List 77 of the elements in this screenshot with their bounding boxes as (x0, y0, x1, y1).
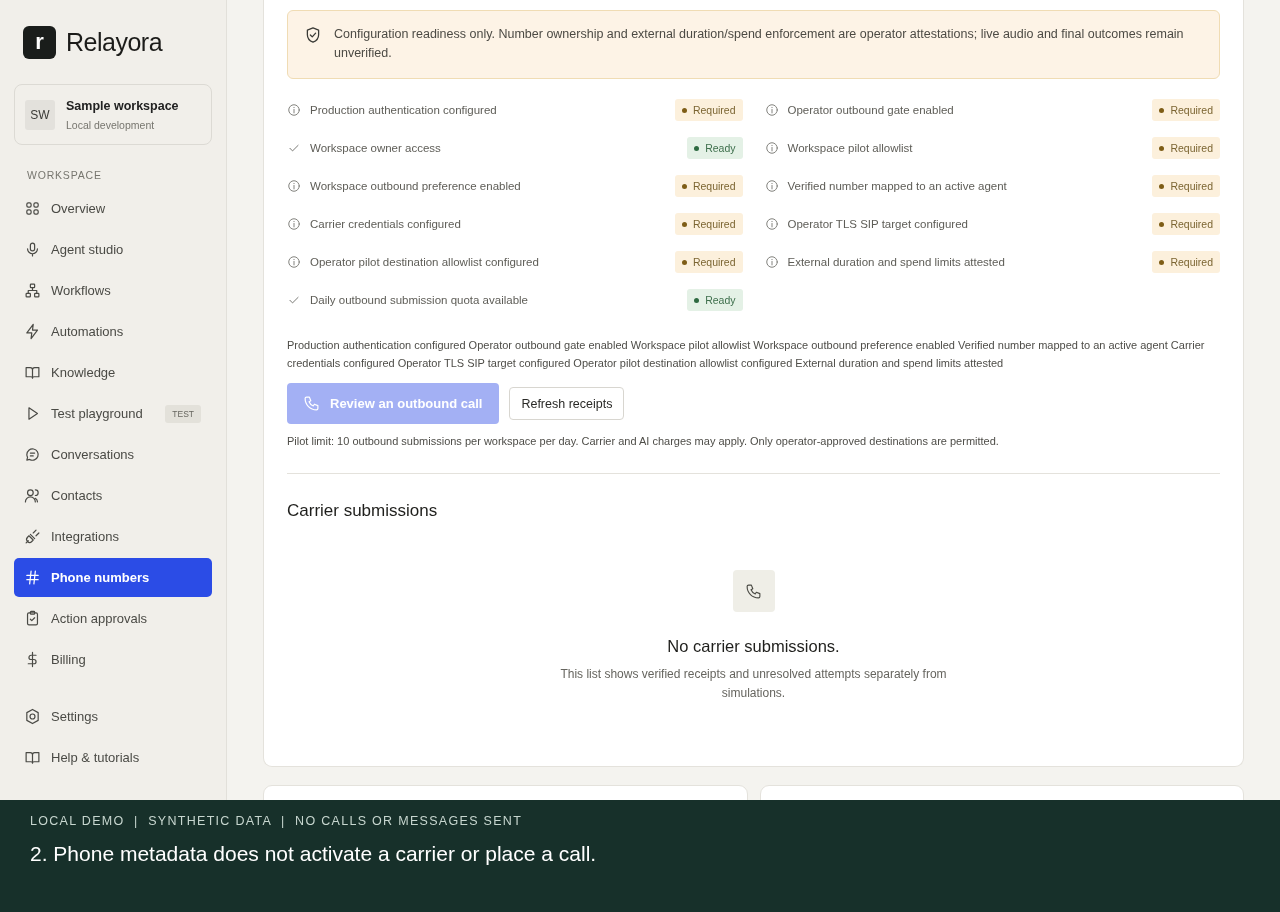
nav-item[interactable]: Contacts (14, 476, 212, 515)
info-icon (287, 255, 301, 269)
section-title: Carrier submissions (287, 501, 439, 521)
settings-icon (24, 708, 41, 725)
checklist-item: Workspace pilot allowlist (787, 142, 914, 154)
checklist-item: Operator outbound gate enabled (787, 104, 955, 116)
notice-text: Configuration readiness only. Number ownership and external duration/spend enforcement are operator attestations; live audio and final outcomes remain unverified. (334, 26, 1185, 62)
nav-item[interactable]: Action approvals (14, 599, 212, 638)
nav-item[interactable]: Workflows (14, 271, 212, 310)
info-icon (764, 103, 779, 117)
test-badge: TEST (165, 404, 201, 423)
info-icon (764, 179, 779, 193)
phone-icon (303, 395, 320, 412)
nav-item[interactable]: Overview (14, 189, 212, 228)
nav-item[interactable]: Test playground TEST (14, 394, 212, 433)
status-badge: Ready (687, 137, 743, 159)
status-badge: Required (674, 251, 743, 273)
grid-icon (24, 200, 41, 217)
workspace-name: Sample workspace (66, 98, 179, 113)
nav-item[interactable]: Agent studio (14, 230, 212, 269)
nav-item[interactable]: Automations (14, 312, 212, 351)
empty-state-text: This list shows verified receipts and unresolved attempts separately from simulations. (559, 666, 948, 702)
checklist-item: Operator TLS SIP target configured (787, 218, 969, 230)
checklist-item: Carrier credentials configured (310, 218, 462, 230)
checklist-item: External duration and spend limits attested (787, 256, 1006, 268)
nav-item[interactable]: Phone numbers (14, 558, 212, 597)
status-badge: Required (1152, 213, 1220, 235)
demo-tag: LOCAL DEMO | SYNTHETIC DATA | NO CALLS OR MESSAGES SENT (30, 814, 1250, 828)
brand-name: Relayora (66, 27, 163, 57)
info-icon (287, 179, 301, 193)
flow-icon (24, 282, 41, 299)
checklist-item: Workspace outbound preference enabled (310, 180, 522, 192)
status-badge: Required (1152, 251, 1220, 273)
nav-item[interactable]: Settings (14, 697, 212, 736)
pilot-note: Pilot limit: 10 outbound submissions per workspace per day. Carrier and AI charges may apply. Only operator-approved destinations are permitted. (287, 435, 1000, 447)
shield-check-icon (304, 26, 322, 44)
nav-item[interactable]: Knowledge (14, 353, 212, 392)
info-icon (764, 141, 779, 155)
bolt-icon (24, 323, 41, 340)
nav-item[interactable]: Help & tutorials (14, 738, 212, 777)
book-icon (24, 364, 41, 381)
workspace-subtitle: Local development (66, 118, 156, 131)
nav-item[interactable]: Billing (14, 640, 212, 679)
nav-item[interactable]: Integrations (14, 517, 212, 556)
mic-icon (24, 241, 41, 258)
status-badge: Required (1152, 137, 1220, 159)
checklist-item: Operator pilot destination allowlist configured (310, 256, 540, 268)
status-badge: Required (674, 175, 743, 197)
plug-icon (24, 528, 41, 545)
status-badge: Required (1152, 175, 1220, 197)
book-icon (24, 749, 41, 766)
demo-caption: 2. Phone metadata does not activate a carrier or place a call. (30, 842, 598, 866)
checklist-item: Daily outbound submission quota available (310, 294, 529, 306)
workspace-avatar: SW (25, 99, 55, 130)
status-badge: Required (1152, 99, 1220, 121)
checklist-item: Production authentication configured (310, 104, 498, 116)
status-badge: Required (674, 213, 743, 235)
clip-icon (24, 610, 41, 627)
status-badge: Ready (687, 289, 743, 311)
checklist-item: Verified number mapped to an active agent (787, 180, 1008, 192)
status-badge: Required (674, 99, 743, 121)
checklist-item: Workspace owner access (310, 142, 442, 154)
missing-summary: Production authentication configured Operator outbound gate enabled Workspace pilot allowlist Workspace outbound preference enabled Verified number mapped to an active agent Carrier credentials configured Operator TLS SIP target configured Operator pilot destination allowlist configured External duration and spend limits attested (287, 338, 1206, 371)
hash-icon (24, 569, 41, 586)
phone-icon (732, 570, 775, 612)
refresh-receipts-button[interactable]: Refresh receipts (509, 387, 625, 420)
section-label: WORKSPACE (27, 169, 103, 181)
info-icon (287, 103, 301, 117)
chat-icon (24, 446, 41, 463)
empty-state-title: No carrier submissions. (667, 637, 840, 656)
people-icon (24, 487, 41, 504)
workspace-switcher[interactable]: SW Sample workspace Local development (14, 84, 212, 145)
info-icon (287, 217, 301, 231)
info-icon (764, 255, 779, 269)
info-icon (764, 217, 779, 231)
logo-mark: r (23, 25, 56, 59)
nav-item[interactable]: Conversations (14, 435, 212, 474)
